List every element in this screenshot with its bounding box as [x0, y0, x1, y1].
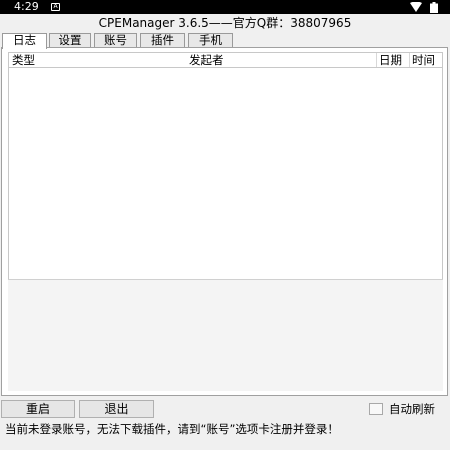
system-status-bar: 4:29 A	[0, 0, 450, 14]
column-header-date[interactable]: 日期	[379, 53, 402, 67]
tab-settings[interactable]: 设置	[49, 33, 91, 48]
column-divider	[376, 53, 377, 67]
column-header-time[interactable]: 时间	[412, 53, 435, 67]
column-divider	[409, 53, 410, 67]
column-header-sender[interactable]: 发起者	[189, 53, 224, 67]
log-table-header: 类型 发起者 日期 时间	[9, 53, 442, 68]
status-message: 当前未登录账号，无法下载插件，请到“账号”选项卡注册并登录！	[5, 422, 339, 436]
tab-bar: 日志 设置 账号 插件 手机	[0, 33, 450, 49]
auto-refresh-label: 自动刷新	[389, 402, 435, 416]
tab-log[interactable]: 日志	[2, 33, 47, 49]
clock: 4:29	[14, 0, 39, 13]
window-title: CPEManager 3.6.5——官方Q群：38807965	[98, 16, 352, 30]
restart-button[interactable]: 重启	[1, 400, 75, 418]
log-detail-area[interactable]	[8, 279, 443, 391]
column-header-type[interactable]: 类型	[12, 53, 35, 67]
tab-plugins[interactable]: 插件	[140, 33, 185, 48]
notification-icon: A	[51, 3, 60, 11]
tab-account[interactable]: 账号	[94, 33, 137, 48]
auto-refresh-checkbox[interactable]	[369, 403, 383, 415]
exit-button[interactable]: 退出	[79, 400, 154, 418]
battery-icon	[430, 2, 438, 13]
tab-phone[interactable]: 手机	[188, 33, 233, 48]
wifi-icon	[410, 2, 422, 12]
log-tab-panel: 类型 发起者 日期 时间	[1, 47, 448, 396]
